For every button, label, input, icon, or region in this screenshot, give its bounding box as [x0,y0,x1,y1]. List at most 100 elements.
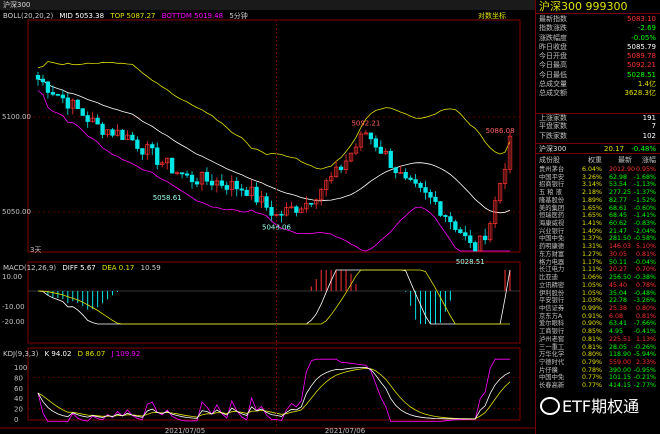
watermark-text: ETF期权通 [562,397,640,416]
stock-price: 35.04 [609,289,628,297]
constituent-row[interactable]: 隆基股份 1.89% 82.77 -1.52% [536,197,660,205]
chart-area[interactable]: 5100.00 5050.00 5058.61 5048.06 5092.21 5086.… [0,0,535,434]
stats-value: 7 [651,122,656,131]
candle-body [418,182,423,188]
constituent-row[interactable]: 宁德时代 0.79% 559.00 2.33% [536,359,660,367]
stock-name: 工商银行 [539,328,565,336]
constituent-list[interactable]: 贵州茅台 6.04% 2012.90 0.95% 中国平安 3.26% 62.98 -1.68… [536,166,660,390]
constituent-row[interactable]: 招商银行 3.14% 53.54 -1.13% [536,181,660,189]
constituent-row[interactable]: 长春高新 0.77% 414.15 -2.77% [536,382,660,390]
stock-name: 药明康德 [539,243,565,251]
stock-weight: 0.78% [582,366,603,374]
stock-price: 28.05 [609,343,628,351]
kdj-k: K 94.02 [44,350,72,358]
candle-body [189,174,195,183]
constituent-row[interactable]: 平安银行 1.03% 22.78 -3.26% [536,297,660,305]
candle-body [130,134,135,141]
stock-price: 63.41 [609,320,628,328]
stock-price: 101.15 [609,374,632,382]
price-axis-label: 5050.00 [2,208,31,216]
stock-name: 立讯精密 [539,281,565,289]
stock-name: 比亚迪 [539,274,558,282]
stock-weight: 1.11% [582,266,603,274]
constituent-row[interactable]: 万华化学 0.80% 118.90 -5.94% [536,351,660,359]
candle-body [100,123,105,135]
stock-name: 泸州老窖 [539,335,565,343]
constituent-row[interactable]: 东方财富 1.27% 30.05 0.81% [536,251,660,259]
candle-body [55,93,61,96]
constituent-row[interactable]: 贵州茅台 6.04% 2012.90 0.95% [536,166,660,174]
stock-name: 贵州茅台 [539,166,565,173]
quote-value: 5083.10 [627,15,656,23]
stock-price: 50.11 [609,258,628,266]
candle-body [408,177,413,180]
stock-price: 390.00 [609,366,632,374]
macd-axis-label: 10.00 [2,273,22,281]
constituent-row[interactable]: 恒瑞医药 1.65% 68.45 -1.41% [536,212,660,220]
days-label: 3天 [30,246,41,254]
stock-change: -1.52% [633,196,656,204]
price-annotation: 5028.51 [456,258,485,266]
quote-row: 涨跌幅度 -0.05% [536,34,660,43]
constituent-row[interactable]: 药明康德 1.31% 146.03 5.10% [536,243,660,251]
constituent-row[interactable]: 中国中免 0.77% 101.15 -0.21% [536,374,660,382]
kdj-label: KDJ(9,3,3) [3,350,39,358]
stock-price: 225.51 [609,335,632,343]
macd-pane-frame [27,261,521,344]
quote-value: 5092.21 [627,61,656,70]
date-label: 2021/07/06 [325,427,366,434]
stock-change: 2.33% [635,358,656,366]
constituent-row[interactable]: 五 粮 液 2.18% 277.25 -1.37% [536,189,660,197]
constituent-row[interactable]: 比亚迪 1.06% 256.50 -0.38% [536,274,660,282]
kline-chart[interactable]: 5100.005050.005058.615048.065092.215086.… [0,0,535,434]
boll-top-line [37,61,511,170]
candle-body [60,94,65,99]
stock-price: 62.98 [609,173,628,181]
constituent-row[interactable]: 爱尔眼科 0.90% 63.41 -7.66% [536,320,660,328]
kdj-axis-label: 80 [14,374,23,382]
stock-price: 68.61 [609,204,628,212]
candle-body [179,172,185,175]
macd-axis-label: -20.00 [2,318,25,326]
candle-body [368,132,374,140]
quote-label: 涨跌幅度 [539,33,567,42]
stock-change: -0.04% [633,258,656,266]
kdj-axis-label: 60 [14,385,23,393]
stock-weight: 0.90% [582,320,603,328]
stock-name: 长春高新 [539,382,565,390]
boll-mid: MID 5053.38 [59,12,105,20]
constituent-row[interactable]: 立讯精密 1.05% 45.40 0.78% [536,282,660,290]
stats-label: 下跌家数 [539,131,567,140]
quote-row: 今日最低 5028.51 [536,71,660,80]
quote-table: 最新指数 5083.10 指数涨跌 -2.69 涨跌幅度 -0.05% 昨日收盘 5085.7… [536,15,660,99]
stock-name: 隆基股份 [539,196,565,204]
stock-change: 1.13% [635,335,656,343]
stock-change: -1.41% [633,212,656,220]
candle-body [244,189,249,196]
constituent-row[interactable]: 海康威视 1.41% 60.62 -0.83% [536,220,660,228]
constituent-row[interactable]: 长江电力 1.11% 20.27 0.70% [536,266,660,274]
constituent-row[interactable]: 泸州老窖 0.81% 225.51 1.13% [536,336,660,344]
candle-body [428,192,433,198]
log-scale-toggle[interactable]: 对数坐标 [478,11,506,21]
stock-change: -0.48% [633,289,656,297]
constituent-row[interactable]: 中信证券 0.99% 25.38 0.80% [536,305,660,313]
stock-price: 68.45 [609,212,628,220]
candle-body [35,74,41,80]
candle-body [393,167,398,174]
quote-panel: 沪深300 999300 最新指数 5083.10 指数涨跌 -2.69 涨跌幅度 -0.… [535,0,660,434]
quote-row: 今日最高 5092.21 [536,61,660,70]
stock-change: -1.68% [633,173,656,181]
candle-body [309,202,314,205]
boll-label: BOLL(20,20,2) [3,12,54,20]
stock-change: -2.77% [633,382,656,390]
constituent-row[interactable]: 工商银行 0.85% 4.95 -0.41% [536,328,660,336]
candle-body [204,171,210,182]
macd-label: MACD(12,26,9) [3,264,57,272]
stock-change: -0.41% [633,328,656,336]
candle-body [95,117,100,125]
period-selector[interactable]: 5分钟 [229,12,247,20]
quote-label: 总成交量 [539,80,567,89]
header-weight: 权重 [588,156,602,164]
quote-value: -0.05% [631,33,656,42]
